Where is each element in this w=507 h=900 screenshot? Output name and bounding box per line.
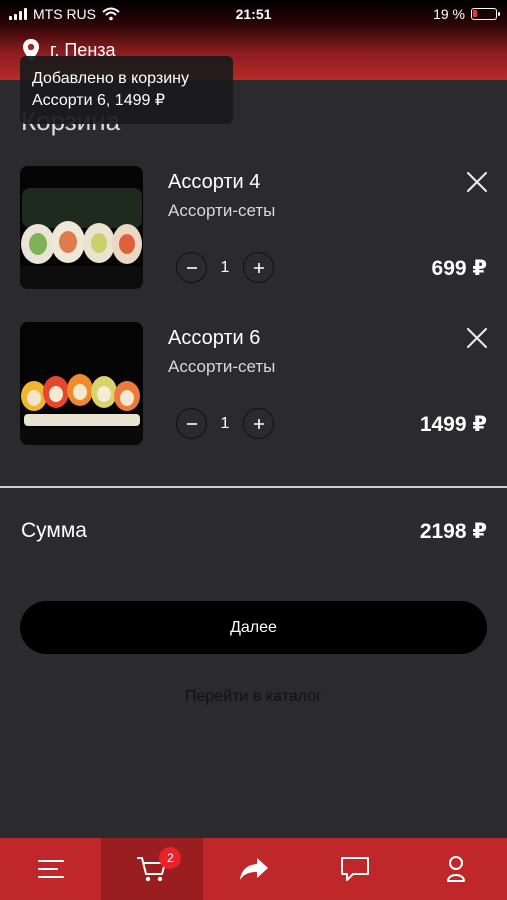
quantity-value: 1 (220, 258, 230, 276)
status-bar: MTS RUS 21:51 19 % (0, 0, 507, 30)
plus-icon (253, 262, 264, 273)
product-category: Ассорти-сеты (168, 357, 276, 376)
minus-icon (186, 422, 197, 425)
cart-count-badge: 2 (159, 847, 182, 869)
increase-quantity-button[interactable] (243, 408, 274, 439)
product-category: Ассорти-сеты (168, 201, 276, 220)
product-name[interactable]: Ассорти 4 (168, 171, 260, 194)
tab-cart[interactable]: 2 (101, 838, 203, 900)
tab-profile[interactable] (406, 838, 507, 900)
product-name[interactable]: Ассорти 6 (168, 327, 260, 350)
plus-icon (253, 418, 264, 429)
product-price: 1499 ₽ (419, 413, 487, 436)
go-to-catalog-link[interactable]: Перейти в каталог (0, 688, 507, 706)
increase-quantity-button[interactable] (243, 252, 274, 283)
tab-chat[interactable] (304, 838, 405, 900)
battery-icon (471, 8, 500, 20)
minus-icon (186, 266, 197, 269)
toast-title: Добавлено в корзину (32, 70, 190, 87)
cart-item: Ассорти 6 Ассорти-сеты 1 1499 ₽ (0, 322, 507, 446)
clock: 21:51 (235, 6, 272, 22)
total-value: 2198 ₽ (419, 520, 487, 543)
quantity-stepper: 1 (176, 252, 274, 283)
cart-item: Ассорти 4 Ассорти-сеты 1 699 ₽ (0, 166, 507, 290)
quantity-value: 1 (220, 414, 230, 432)
product-image[interactable] (20, 322, 143, 445)
decrease-quantity-button[interactable] (176, 252, 207, 283)
product-image[interactable] (20, 166, 143, 289)
remove-item-button[interactable] (466, 327, 488, 349)
profile-icon (447, 856, 466, 882)
quantity-stepper: 1 (176, 408, 274, 439)
chat-icon (340, 857, 369, 881)
toast-detail: Ассорти 6, 1499 ₽ (32, 92, 166, 109)
battery-percent: 19 % (433, 6, 465, 22)
next-button[interactable]: Далее (20, 601, 487, 654)
total-label: Сумма (21, 519, 87, 542)
tab-menu[interactable] (0, 838, 101, 900)
remove-item-button[interactable] (466, 171, 488, 193)
menu-icon (37, 860, 64, 878)
tab-share[interactable] (203, 838, 304, 900)
decrease-quantity-button[interactable] (176, 408, 207, 439)
added-to-cart-toast: Добавлено в корзину Ассорти 6, 1499 ₽ (20, 56, 233, 124)
divider (0, 486, 507, 488)
share-icon (239, 858, 268, 880)
product-price: 699 ₽ (431, 257, 487, 280)
tab-bar: 2 (0, 838, 507, 900)
